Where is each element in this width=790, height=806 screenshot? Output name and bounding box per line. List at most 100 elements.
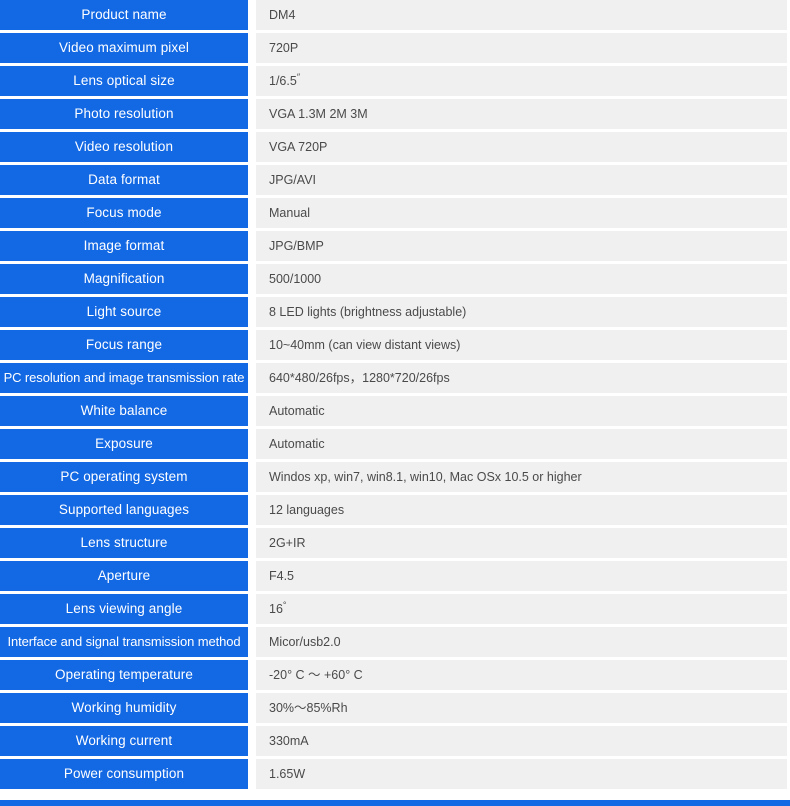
spec-label: Lens viewing angle: [0, 594, 248, 624]
spec-row: PC operating system Windos xp, win7, win8…: [0, 462, 790, 492]
spec-row: Operating temperature -20° C ～ +60° C: [0, 660, 790, 690]
column-spacer: [248, 264, 256, 294]
spec-value: Windos xp, win7, win8.1, win10, Mac OSx …: [256, 462, 787, 492]
spec-row: Product name DM4: [0, 0, 790, 30]
spec-row: Magnification 500/1000: [0, 264, 790, 294]
spec-row: Image format JPG/BMP: [0, 231, 790, 261]
spec-row: Aperture F4.5: [0, 561, 790, 591]
spec-label: Aperture: [0, 561, 248, 591]
spec-value: 330mA: [256, 726, 787, 756]
spec-label: PC operating system: [0, 462, 248, 492]
spec-label: Focus mode: [0, 198, 248, 228]
spec-label: Operating temperature: [0, 660, 248, 690]
spec-value: JPG/BMP: [256, 231, 787, 261]
column-spacer: [248, 297, 256, 327]
spec-label: PC resolution and image transmission rat…: [0, 363, 248, 393]
column-spacer: [248, 231, 256, 261]
spec-label: Exposure: [0, 429, 248, 459]
column-spacer: [248, 0, 256, 30]
spec-row: Lens optical size 1/6.5″: [0, 66, 790, 96]
spec-row: PC resolution and image transmission rat…: [0, 363, 790, 393]
column-spacer: [248, 528, 256, 558]
spec-row: Interface and signal transmission method…: [0, 627, 790, 657]
spec-value: F4.5: [256, 561, 787, 591]
spec-label: White balance: [0, 396, 248, 426]
column-spacer: [248, 561, 256, 591]
spec-row: Focus range 10~40mm (can view distant vie…: [0, 330, 790, 360]
spec-row: Focus mode Manual: [0, 198, 790, 228]
spec-value: DM4: [256, 0, 787, 30]
spec-label: Working humidity: [0, 693, 248, 723]
spec-row: Working humidity 30%～85%Rh: [0, 693, 790, 723]
spec-row: Lens structure 2G+IR: [0, 528, 790, 558]
spec-value-text: 1/6.5: [269, 74, 297, 88]
spec-label: Video resolution: [0, 132, 248, 162]
spec-value: 500/1000: [256, 264, 787, 294]
spec-label: Video maximum pixel: [0, 33, 248, 63]
spec-label: Magnification: [0, 264, 248, 294]
spec-value: 2G+IR: [256, 528, 787, 558]
column-spacer: [248, 429, 256, 459]
footer-divider-bar: [0, 800, 790, 806]
footer-gap: [0, 792, 790, 800]
spec-value: 640*480/26fps，1280*720/26fps: [256, 363, 787, 393]
spec-value: 10~40mm (can view distant views): [256, 330, 787, 360]
column-spacer: [248, 726, 256, 756]
spec-value: Manual: [256, 198, 787, 228]
column-spacer: [248, 396, 256, 426]
spec-label: Lens optical size: [0, 66, 248, 96]
spec-value: Micor/usb2.0: [256, 627, 787, 657]
spec-row: Data format JPG/AVI: [0, 165, 790, 195]
spec-row: White balance Automatic: [0, 396, 790, 426]
spec-value: 1/6.5″: [256, 66, 787, 96]
spec-label: Working current: [0, 726, 248, 756]
spec-row: Exposure Automatic: [0, 429, 790, 459]
spec-value: VGA 720P: [256, 132, 787, 162]
spec-row: Power consumption 1.65W: [0, 759, 790, 789]
column-spacer: [248, 99, 256, 129]
spec-value: VGA 1.3M 2M 3M: [256, 99, 787, 129]
column-spacer: [248, 627, 256, 657]
spec-value-superscript: ″: [296, 71, 300, 82]
column-spacer: [248, 759, 256, 789]
spec-label: Power consumption: [0, 759, 248, 789]
spec-label: Focus range: [0, 330, 248, 360]
spec-value: 30%～85%Rh: [256, 693, 787, 723]
spec-row: Working current 330mA: [0, 726, 790, 756]
spec-value: 8 LED lights (brightness adjustable): [256, 297, 787, 327]
spec-row: Supported languages 12 languages: [0, 495, 790, 525]
spec-value: JPG/AVI: [256, 165, 787, 195]
column-spacer: [248, 165, 256, 195]
column-spacer: [248, 330, 256, 360]
spec-value-text: 16: [269, 602, 283, 616]
spec-label: Photo resolution: [0, 99, 248, 129]
spec-row: Lens viewing angle 16°: [0, 594, 790, 624]
spec-label: Supported languages: [0, 495, 248, 525]
column-spacer: [248, 132, 256, 162]
spec-value-superscript: °: [282, 599, 287, 610]
column-spacer: [248, 594, 256, 624]
column-spacer: [248, 495, 256, 525]
spec-label: Product name: [0, 0, 248, 30]
specification-table: Product name DM4 Video maximum pixel 720P Le…: [0, 0, 790, 789]
spec-row: Light source 8 LED lights (brightness adj…: [0, 297, 790, 327]
spec-value: 1.65W: [256, 759, 787, 789]
column-spacer: [248, 660, 256, 690]
column-spacer: [248, 66, 256, 96]
spec-label: Data format: [0, 165, 248, 195]
spec-value: -20° C ～ +60° C: [256, 660, 787, 690]
spec-value: 12 languages: [256, 495, 787, 525]
spec-row: Video maximum pixel 720P: [0, 33, 790, 63]
column-spacer: [248, 693, 256, 723]
spec-value: 16°: [256, 594, 787, 624]
spec-label: Image format: [0, 231, 248, 261]
column-spacer: [248, 462, 256, 492]
spec-value: Automatic: [256, 429, 787, 459]
spec-label: Light source: [0, 297, 248, 327]
spec-row: Video resolution VGA 720P: [0, 132, 790, 162]
spec-value: Automatic: [256, 396, 787, 426]
column-spacer: [248, 33, 256, 63]
spec-value: 720P: [256, 33, 787, 63]
spec-label: Interface and signal transmission method: [0, 627, 248, 657]
spec-label: Lens structure: [0, 528, 248, 558]
